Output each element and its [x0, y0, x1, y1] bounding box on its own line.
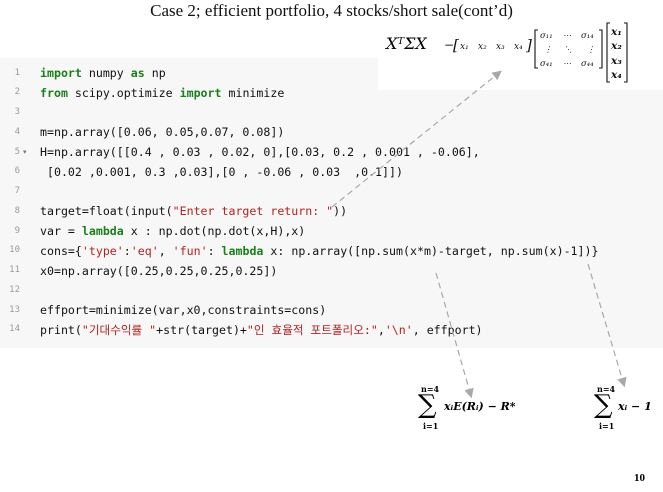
page-number: 10 — [634, 472, 645, 484]
arrow-to-sum-weights — [587, 263, 627, 388]
sum-weights-formula: n=4 ∑ i=1 xᵢ − 1 — [594, 384, 652, 431]
annotation-arrows — [331, 70, 627, 399]
sum-return-formula: n=4 ∑ i=1 xᵢE(Rᵢ) − R* — [418, 384, 516, 431]
arrow-to-matrix — [331, 70, 502, 208]
arrow-to-sum-return — [435, 272, 474, 399]
